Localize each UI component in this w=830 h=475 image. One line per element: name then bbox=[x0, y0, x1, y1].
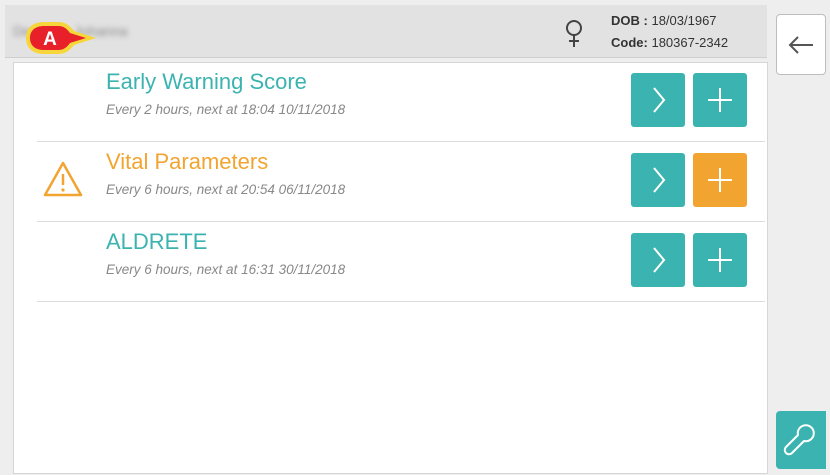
row-title: ALDRETE bbox=[106, 229, 208, 254]
row-schedule: Every 2 hours, next at 18:04 10/11/2018 bbox=[106, 102, 346, 117]
row-title: Vital Parameters bbox=[106, 149, 269, 174]
add-button[interactable] bbox=[693, 233, 747, 287]
arrow-left-icon bbox=[788, 36, 813, 54]
tools-button[interactable] bbox=[776, 411, 826, 469]
code-value: 180367-2342 bbox=[651, 35, 729, 50]
dob-value: 18/03/1967 bbox=[651, 13, 717, 28]
callout-marker-a: A bbox=[26, 22, 96, 54]
plus-icon bbox=[708, 248, 732, 272]
plus-icon bbox=[708, 168, 732, 192]
patient-header: De Vries, Johanna DOB : 18/03/1967 Code:… bbox=[5, 5, 767, 58]
marker-letter: A bbox=[43, 29, 57, 50]
warning-icon bbox=[43, 161, 83, 197]
open-button[interactable] bbox=[631, 233, 685, 287]
add-button[interactable] bbox=[693, 73, 747, 127]
score-row-vital-parameters[interactable]: Vital Parameters Every 6 hours, next at … bbox=[37, 143, 765, 222]
add-button[interactable] bbox=[693, 153, 747, 207]
score-row-aldrete[interactable]: ALDRETE Every 6 hours, next at 16:31 30/… bbox=[37, 223, 765, 302]
score-row-early-warning[interactable]: Early Warning Score Every 2 hours, next … bbox=[37, 63, 765, 142]
row-title: Early Warning Score bbox=[106, 69, 307, 94]
wrench-icon bbox=[783, 424, 815, 456]
open-button[interactable] bbox=[631, 153, 685, 207]
dob-text: DOB : 18/03/1967 bbox=[611, 13, 717, 28]
dob-label: DOB : bbox=[611, 13, 648, 28]
chevron-right-icon bbox=[653, 87, 666, 113]
chevron-right-icon bbox=[653, 167, 666, 193]
back-button[interactable] bbox=[776, 14, 826, 75]
score-list-panel: Early Warning Score Every 2 hours, next … bbox=[13, 62, 768, 474]
open-button[interactable] bbox=[631, 73, 685, 127]
female-icon bbox=[566, 20, 582, 47]
chevron-right-icon bbox=[653, 247, 666, 273]
code-label: Code: bbox=[611, 35, 648, 50]
code-text: Code: 180367-2342 bbox=[611, 35, 728, 50]
row-schedule: Every 6 hours, next at 20:54 06/11/2018 bbox=[106, 182, 346, 197]
plus-icon bbox=[708, 88, 732, 112]
row-schedule: Every 6 hours, next at 16:31 30/11/2018 bbox=[106, 262, 346, 277]
